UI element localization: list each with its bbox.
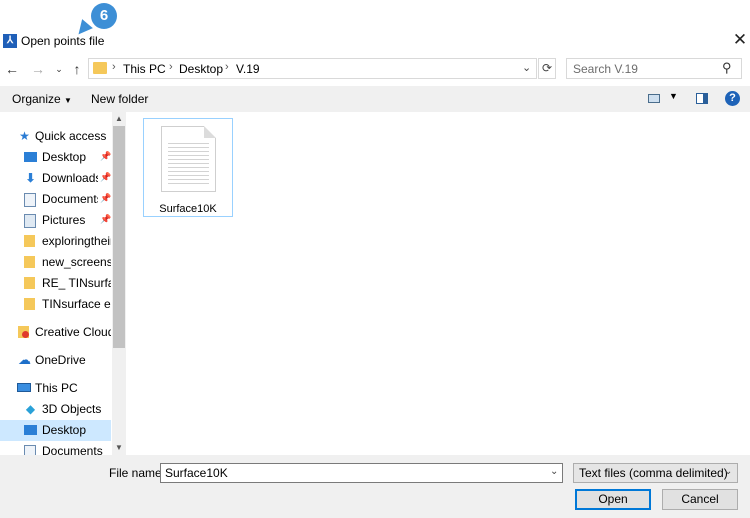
help-icon[interactable]: ?: [725, 91, 740, 106]
sidebar-item-label: 3D Objects: [42, 402, 102, 416]
sidebar-item-folder[interactable]: RE_ TINsurface: [0, 273, 111, 294]
desktop-icon: [24, 152, 37, 162]
sidebar-item-documents-pinned[interactable]: Documents 📌: [0, 189, 111, 210]
creative-cloud-icon: [18, 326, 29, 338]
star-icon: ★: [19, 129, 30, 143]
sidebar-item-pictures[interactable]: Pictures 📌: [0, 210, 111, 231]
cube-icon: ◆: [25, 402, 36, 416]
chevron-down-icon: ⌄: [724, 466, 733, 477]
dialog-footer: File name: Surface10K ⌄ Text files (comm…: [0, 455, 750, 518]
search-icon[interactable]: ⚲: [722, 60, 732, 76]
file-name-value: Surface10K: [165, 466, 228, 480]
cancel-button[interactable]: Cancel: [662, 489, 738, 510]
text-file-icon: [161, 126, 216, 192]
breadcrumb-separator-icon: ›: [225, 61, 229, 73]
cloud-icon: ☁: [18, 352, 31, 367]
breadcrumb-this-pc[interactable]: This PC: [123, 62, 166, 76]
sidebar-item-label: RE_ TINsurface: [42, 276, 111, 290]
sidebar-item-this-pc[interactable]: This PC: [0, 378, 111, 399]
scroll-up-icon[interactable]: ▲: [114, 114, 124, 123]
folder-icon: [93, 62, 107, 74]
pictures-icon: [24, 214, 36, 228]
sidebar-item-desktop-selected[interactable]: Desktop: [0, 420, 111, 441]
search-placeholder: Search V.19: [573, 62, 638, 76]
scroll-down-icon[interactable]: ▼: [114, 443, 124, 452]
computer-icon: [17, 383, 31, 392]
sidebar-item-label: Quick access: [35, 129, 107, 143]
sidebar-item-desktop-pinned[interactable]: Desktop 📌: [0, 147, 111, 168]
window-title: Open points file: [21, 34, 105, 48]
preview-pane-icon[interactable]: [696, 93, 708, 104]
sidebar-item-label: new_screensho: [42, 255, 111, 269]
pin-icon: 📌: [100, 214, 112, 224]
file-list-area: Surface10K: [127, 112, 750, 455]
organize-button[interactable]: Organize ▼: [12, 92, 72, 106]
app-icon: ⅄: [3, 34, 17, 48]
pin-icon: 📌: [100, 172, 112, 182]
file-type-value: Text files (comma delimited): [579, 466, 728, 480]
folder-icon: [24, 235, 35, 247]
scroll-thumb[interactable]: [113, 126, 125, 348]
sidebar-item-3d-objects[interactable]: ◆ 3D Objects: [0, 399, 111, 420]
file-name-label: Surface10K: [159, 203, 217, 215]
back-arrow-icon[interactable]: ←: [3, 60, 21, 78]
new-folder-button[interactable]: New folder: [91, 92, 148, 106]
folder-icon: [24, 277, 35, 289]
open-button[interactable]: Open: [575, 489, 651, 510]
sidebar-item-documents[interactable]: Documents: [0, 441, 111, 455]
up-arrow-icon[interactable]: ↑: [68, 60, 86, 78]
documents-icon: [24, 445, 36, 455]
address-dropdown-icon[interactable]: ⌄: [522, 61, 531, 74]
folder-icon: [24, 256, 35, 268]
sidebar-item-creative-cloud[interactable]: Creative Cloud F: [0, 322, 111, 343]
sidebar-item-folder[interactable]: new_screensho: [0, 252, 111, 273]
sidebar-item-label: Pictures: [42, 213, 86, 227]
sidebar-item-label: Creative Cloud F: [35, 325, 111, 339]
chevron-down-icon[interactable]: ⌄: [550, 466, 558, 477]
sidebar-item-label: TINsurface exa: [42, 297, 111, 311]
download-icon: ⬇: [25, 171, 36, 185]
view-options-chevron-icon[interactable]: ▼: [669, 91, 678, 101]
refresh-icon[interactable]: ⟳: [538, 58, 556, 79]
forward-arrow-icon[interactable]: →: [29, 60, 47, 78]
sidebar-item-onedrive[interactable]: ☁ OneDrive: [0, 350, 111, 371]
sidebar-item-label: This PC: [35, 381, 78, 395]
folder-icon: [24, 298, 35, 310]
address-bar[interactable]: › This PC › Desktop › V.19 ⌄: [88, 58, 537, 79]
sidebar-item-label: OneDrive: [35, 353, 86, 367]
file-item[interactable]: Surface10K: [143, 118, 233, 217]
close-icon[interactable]: ✕: [731, 30, 749, 50]
file-type-select[interactable]: Text files (comma delimited) ⌄: [573, 463, 738, 483]
sidebar-item-label: exploringtheint: [42, 234, 111, 248]
sidebar-item-label: Desktop: [42, 423, 87, 437]
documents-icon: [24, 193, 36, 207]
breadcrumb-separator-icon: ›: [112, 61, 116, 73]
sidebar-item-label: Documents: [42, 444, 103, 455]
breadcrumb-v19[interactable]: V.19: [236, 62, 260, 76]
sidebar-item-folder[interactable]: exploringtheint: [0, 231, 111, 252]
pin-icon: 📌: [100, 193, 112, 203]
file-name-field[interactable]: Surface10K ⌄: [160, 463, 563, 483]
recent-locations-chevron-icon[interactable]: ⌄: [50, 60, 68, 78]
sidebar-item-downloads[interactable]: ⬇ Downloads 📌: [0, 168, 111, 189]
desktop-icon: [24, 425, 37, 435]
sidebar-item-label: Downloads: [42, 171, 98, 185]
breadcrumb-separator-icon: ›: [169, 61, 173, 73]
sidebar-scrollbar[interactable]: ▲ ▼: [112, 112, 126, 455]
breadcrumb-desktop[interactable]: Desktop: [179, 62, 223, 76]
sidebar-item-label: Documents: [42, 192, 98, 206]
file-name-field-label: File name:: [109, 466, 166, 480]
command-toolbar: Organize ▼ New folder ▼ ?: [0, 86, 750, 112]
chevron-down-icon: ▼: [64, 96, 72, 105]
sidebar-item-folder[interactable]: TINsurface exa: [0, 294, 111, 315]
sidebar-item-label: Desktop: [42, 150, 87, 164]
title-bar: 6 ⅄ Open points file ✕: [0, 0, 750, 54]
step-callout-badge: 6: [91, 3, 117, 29]
search-input[interactable]: Search V.19 ⚲: [566, 58, 742, 79]
navigation-pane: ★ Quick access Desktop 📌 ⬇ Downloads 📌 D…: [0, 112, 126, 455]
change-view-icon[interactable]: [648, 94, 660, 103]
organize-label: Organize: [12, 92, 61, 106]
pin-icon: 📌: [100, 151, 112, 161]
sidebar-item-quick-access[interactable]: ★ Quick access: [0, 126, 111, 147]
